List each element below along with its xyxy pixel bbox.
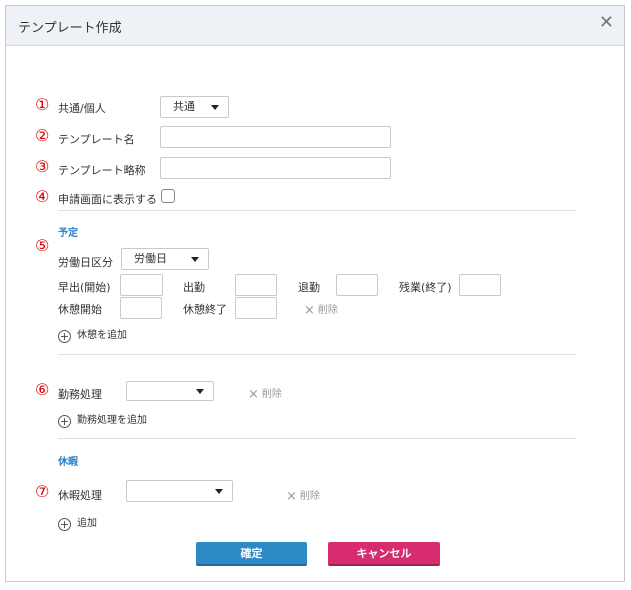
chevron-down-icon (191, 257, 199, 262)
add-leave-label: 追加 (77, 518, 97, 529)
chevron-down-icon (215, 489, 223, 494)
add-break-label: 休憩を追加 (77, 330, 127, 341)
marker-2: ② (35, 126, 50, 145)
marker-4: ④ (35, 187, 50, 206)
add-leave-button[interactable]: + 追加 (58, 514, 97, 531)
marker-7: ⑦ (35, 482, 50, 501)
close-icon: × (304, 303, 315, 318)
shared-personal-value: 共通 (173, 100, 195, 113)
template-name-input[interactable] (160, 126, 391, 148)
marker-5: ⑤ (35, 236, 50, 255)
chevron-down-icon (211, 105, 219, 110)
show-on-request-label: 申請画面に表示する (58, 193, 157, 206)
add-work-processing-label: 勤務処理を追加 (77, 415, 147, 426)
leave-processing-label: 休暇処理 (58, 489, 102, 502)
workday-type-label: 労働日区分 (58, 256, 113, 269)
break-end-label: 休憩終了 (183, 303, 227, 316)
shared-personal-select[interactable]: 共通 (160, 96, 229, 118)
overtime-end-input[interactable] (459, 274, 501, 296)
template-abbr-input[interactable] (160, 157, 391, 179)
marker-1: ① (35, 95, 50, 114)
clock-out-input[interactable] (336, 274, 378, 296)
delete-work-processing-button[interactable]: × 削除 (248, 385, 282, 402)
clock-in-input[interactable] (235, 274, 277, 296)
cancel-button[interactable]: キャンセル (328, 542, 440, 566)
workday-type-value: 労働日 (134, 252, 167, 265)
plus-circle-icon: + (58, 330, 71, 343)
break-start-label: 休憩開始 (58, 303, 102, 316)
leave-processing-select[interactable] (126, 480, 233, 502)
divider (58, 210, 576, 211)
template-abbr-label: テンプレート略称 (58, 164, 146, 177)
add-break-button[interactable]: + 休憩を追加 (58, 326, 127, 343)
plus-circle-icon: + (58, 518, 71, 531)
close-icon: × (286, 489, 297, 504)
delete-break-button[interactable]: × 削除 (304, 301, 338, 318)
overtime-end-label: 残業(終了) (399, 281, 452, 294)
confirm-button[interactable]: 確定 (196, 542, 307, 566)
early-start-label: 早出(開始) (58, 281, 111, 294)
shared-personal-label: 共通/個人 (58, 102, 106, 115)
close-icon[interactable]: ✕ (599, 14, 614, 32)
break-start-input[interactable] (120, 297, 162, 319)
break-end-input[interactable] (235, 297, 277, 319)
plus-circle-icon: + (58, 415, 71, 428)
dialog-titlebar: テンプレート作成 ✕ (6, 6, 624, 46)
marker-3: ③ (35, 157, 50, 176)
delete-break-label: 削除 (317, 305, 338, 316)
early-start-input[interactable] (120, 274, 163, 296)
add-work-processing-button[interactable]: + 勤務処理を追加 (58, 411, 147, 428)
dialog-title: テンプレート作成 (18, 21, 122, 36)
marker-6: ⑥ (35, 380, 50, 399)
divider (58, 354, 576, 355)
delete-work-processing-label: 削除 (261, 389, 282, 400)
close-icon: × (248, 387, 259, 402)
clock-in-label: 出勤 (183, 281, 205, 294)
work-processing-select[interactable] (126, 381, 214, 401)
chevron-down-icon (196, 389, 204, 394)
schedule-section-title: 予定 (58, 228, 78, 239)
clock-out-label: 退勤 (298, 281, 320, 294)
divider (58, 438, 576, 439)
delete-leave-processing-label: 削除 (299, 491, 320, 502)
template-name-label: テンプレート名 (58, 133, 135, 146)
workday-type-select[interactable]: 労働日 (121, 248, 209, 270)
leave-section-title: 休暇 (58, 457, 78, 468)
show-on-request-checkbox[interactable] (161, 189, 175, 203)
work-processing-label: 勤務処理 (58, 388, 102, 401)
delete-leave-processing-button[interactable]: × 削除 (286, 487, 320, 504)
